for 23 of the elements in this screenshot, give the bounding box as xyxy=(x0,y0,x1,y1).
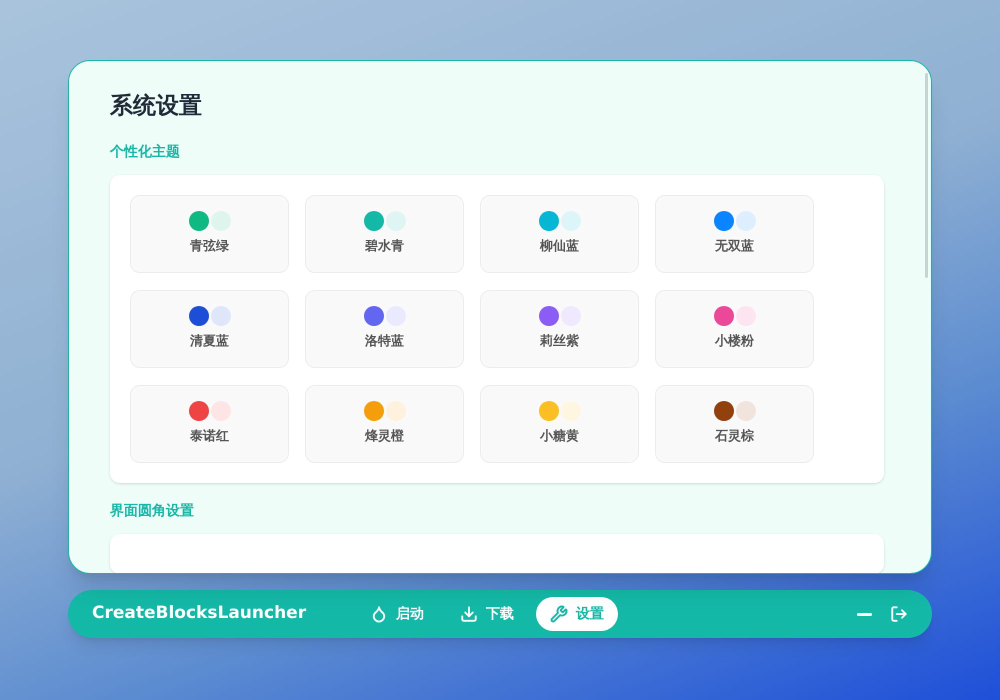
exit-button[interactable] xyxy=(890,605,908,623)
minus-icon xyxy=(856,612,872,616)
section-label: 界面圆角设置 xyxy=(110,502,194,520)
drop-icon xyxy=(370,605,388,623)
download-icon xyxy=(460,605,478,623)
scrollbar-thumb[interactable] xyxy=(925,73,928,278)
theme-option[interactable]: 洛特蓝 xyxy=(305,290,464,368)
theme-option[interactable]: 烽灵橙 xyxy=(305,384,464,462)
panel-title: 系统设置 xyxy=(110,92,203,121)
section-label: 个性化主题 xyxy=(110,142,180,162)
exit-icon xyxy=(890,605,908,623)
theme-option[interactable]: 小糖黄 xyxy=(480,384,639,462)
wrench-icon xyxy=(550,605,568,623)
theme-option[interactable]: 无双蓝 xyxy=(655,194,814,272)
theme-option[interactable]: 青弦绿 xyxy=(130,194,289,272)
theme-option[interactable]: 石灵棕 xyxy=(655,384,814,462)
theme-option[interactable]: 泰诺红 xyxy=(130,384,289,462)
theme-option[interactable]: 柳仙蓝 xyxy=(480,194,639,272)
theme-option[interactable]: 莉丝紫 xyxy=(480,290,639,368)
app-brand: CreateBlocksLauncher xyxy=(92,602,308,626)
theme-option[interactable]: 小楼粉 xyxy=(655,290,814,368)
theme-option[interactable]: 清夏蓝 xyxy=(130,290,289,368)
theme-option[interactable]: 碧水青 xyxy=(305,194,464,272)
